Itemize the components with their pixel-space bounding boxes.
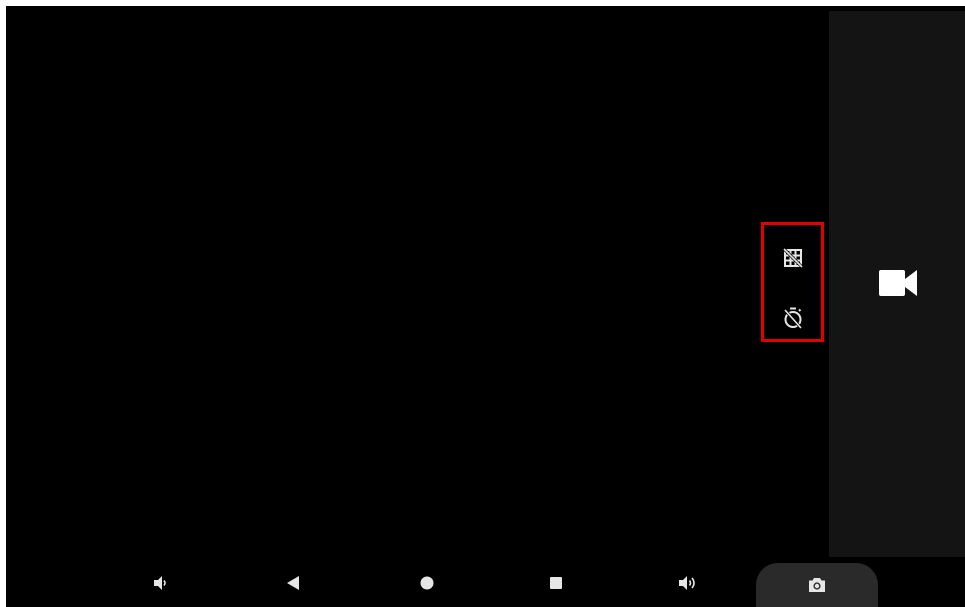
camera-shutter-button[interactable] (756, 563, 878, 607)
camera-side-panel (829, 11, 965, 557)
video-camera-icon (879, 270, 917, 296)
volume-up-icon (677, 574, 699, 592)
camera-shutter-icon (808, 577, 826, 593)
volume-down-icon (151, 574, 169, 592)
video-mode-button[interactable] (876, 266, 920, 300)
viewfinder[interactable] (6, 6, 829, 557)
home-icon (419, 575, 435, 591)
camera-screen (6, 6, 965, 607)
volume-down-button[interactable] (148, 571, 172, 595)
timer-toggle-button[interactable] (779, 304, 807, 332)
home-button[interactable] (415, 571, 439, 595)
recents-icon (548, 575, 564, 591)
recents-button[interactable] (544, 571, 568, 595)
grid-toggle-button[interactable] (779, 244, 807, 272)
back-icon (285, 574, 301, 592)
volume-up-button[interactable] (676, 571, 700, 595)
back-button[interactable] (281, 571, 305, 595)
grid-off-icon (782, 248, 803, 268)
system-navigation-bar (6, 557, 965, 607)
timer-off-icon (783, 307, 803, 329)
quick-settings-highlight (761, 222, 824, 342)
